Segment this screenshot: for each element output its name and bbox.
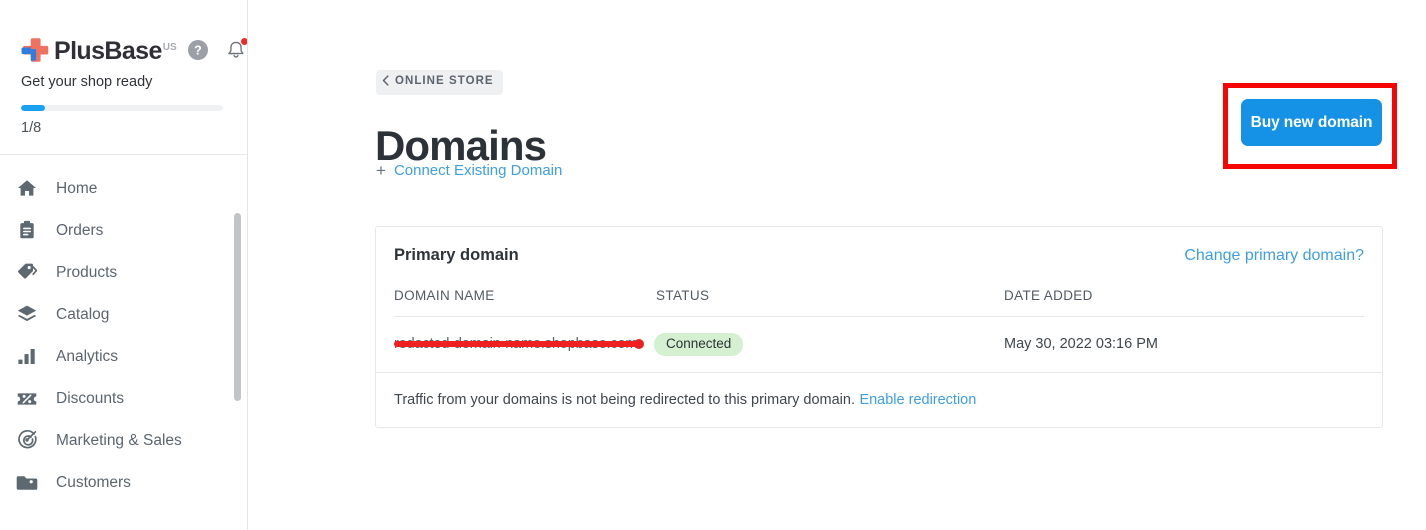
breadcrumb-label: ONLINE STORE	[395, 75, 494, 88]
buy-new-domain-button[interactable]: Buy new domain	[1241, 99, 1382, 146]
sidebar-item-discounts[interactable]: Discounts	[0, 377, 247, 419]
sidebar-scrollbar-thumb[interactable]	[234, 213, 241, 401]
onboarding-progress-fill	[21, 105, 46, 112]
pluscross-logo-icon	[20, 36, 50, 64]
column-header-date-added: DATE ADDED	[1004, 288, 1364, 317]
plus-icon: +	[376, 161, 386, 180]
customers-folder-icon	[14, 469, 40, 495]
chevron-left-icon	[382, 73, 389, 91]
sidebar: PlusBaseUS ? Get your shop ready 1/8 Hom…	[0, 0, 248, 530]
sidebar-item-label: Catalog	[56, 305, 110, 323]
connect-existing-domain-label: Connect Existing Domain	[393, 162, 563, 179]
brand-region-superscript: US	[162, 41, 177, 53]
brand-row: PlusBaseUS ?	[0, 0, 247, 63]
main-content: ONLINE STORE Domains + Connect Existing …	[248, 0, 1426, 530]
sidebar-item-catalog[interactable]: Catalog	[0, 293, 247, 335]
sidebar-item-label: Discounts	[56, 389, 125, 407]
cell-status: Connected	[654, 317, 1004, 372]
change-primary-domain-link[interactable]: Change primary domain?	[1184, 248, 1364, 264]
brand-wordmark-text: PlusBase	[54, 36, 162, 65]
sidebar-item-label: Analytics	[56, 347, 119, 365]
onboarding-title: Get your shop ready	[21, 74, 153, 90]
redirection-notice-text: Traffic from your domains is not being r…	[394, 391, 855, 408]
primary-domain-title: Primary domain	[394, 246, 519, 264]
sidebar-item-home[interactable]: Home	[0, 167, 247, 209]
primary-domain-card: Primary domain Change primary domain? DO…	[375, 226, 1383, 428]
notification-dot	[240, 38, 247, 45]
sidebar-item-analytics[interactable]: Analytics	[0, 335, 247, 377]
table-row: redacted-domain-name.shopbase.com Connec…	[394, 317, 1364, 372]
enable-redirection-link[interactable]: Enable redirection	[859, 392, 976, 408]
sidebar-item-marketing-sales[interactable]: Marketing & Sales	[0, 419, 247, 461]
clipboard-icon	[14, 217, 40, 243]
domains-table-body: redacted-domain-name.shopbase.com Connec…	[394, 317, 1364, 372]
status-badge: Connected	[654, 333, 744, 356]
onboarding-progress-label: 1/8	[21, 120, 42, 137]
target-icon	[14, 427, 40, 453]
connect-existing-domain-link[interactable]: + Connect Existing Domain	[376, 162, 562, 179]
redaction-strikethrough	[394, 339, 645, 350]
primary-domain-card-header: Primary domain Change primary domain?	[394, 247, 1364, 288]
domain-name-redacted: redacted-domain-name.shopbase.com	[394, 336, 645, 352]
onboarding-progress-bar	[21, 105, 223, 112]
question-circle-icon[interactable]: ?	[187, 39, 209, 61]
sidebar-item-label: Marketing & Sales	[56, 431, 182, 449]
domains-table-header-row: DOMAIN NAME STATUS DATE ADDED	[394, 288, 1364, 317]
domains-table-head: DOMAIN NAME STATUS DATE ADDED	[394, 288, 1364, 317]
sidebar-item-label: Customers	[56, 473, 131, 491]
sidebar-item-orders[interactable]: Orders	[0, 209, 247, 251]
primary-domain-card-footer: Traffic from your domains is not being r…	[376, 371, 1382, 427]
breadcrumb[interactable]: ONLINE STORE	[376, 70, 503, 95]
column-header-status: STATUS	[656, 288, 1004, 317]
bell-icon[interactable]	[225, 38, 247, 61]
svg-text:?: ?	[194, 44, 202, 58]
cell-domain-name: redacted-domain-name.shopbase.com	[394, 317, 656, 372]
home-icon	[14, 175, 40, 201]
app-root: PlusBaseUS ? Get your shop ready 1/8 Hom…	[0, 0, 1426, 530]
sidebar-item-label: Products	[56, 263, 118, 281]
sidebar-item-label: Orders	[56, 221, 104, 239]
column-header-domain-name: DOMAIN NAME	[394, 288, 656, 317]
sidebar-item-customers[interactable]: Customers	[0, 461, 247, 503]
tag-icon	[14, 259, 40, 285]
layers-icon	[14, 301, 40, 327]
sidebar-item-label: Home	[56, 179, 98, 197]
discount-ticket-icon	[14, 385, 40, 411]
cell-date-added: May 30, 2022 03:16 PM	[1004, 336, 1158, 353]
sidebar-item-products[interactable]: Products	[0, 251, 247, 293]
brand-wordmark: PlusBaseUS	[54, 36, 177, 65]
primary-domain-card-body: Primary domain Change primary domain? DO…	[376, 227, 1382, 372]
sidebar-nav: Home Orders Products Catalog Analytics D…	[0, 155, 247, 503]
bar-chart-icon	[14, 343, 40, 369]
domains-table: DOMAIN NAME STATUS DATE ADDED redacted-d…	[394, 288, 1364, 372]
